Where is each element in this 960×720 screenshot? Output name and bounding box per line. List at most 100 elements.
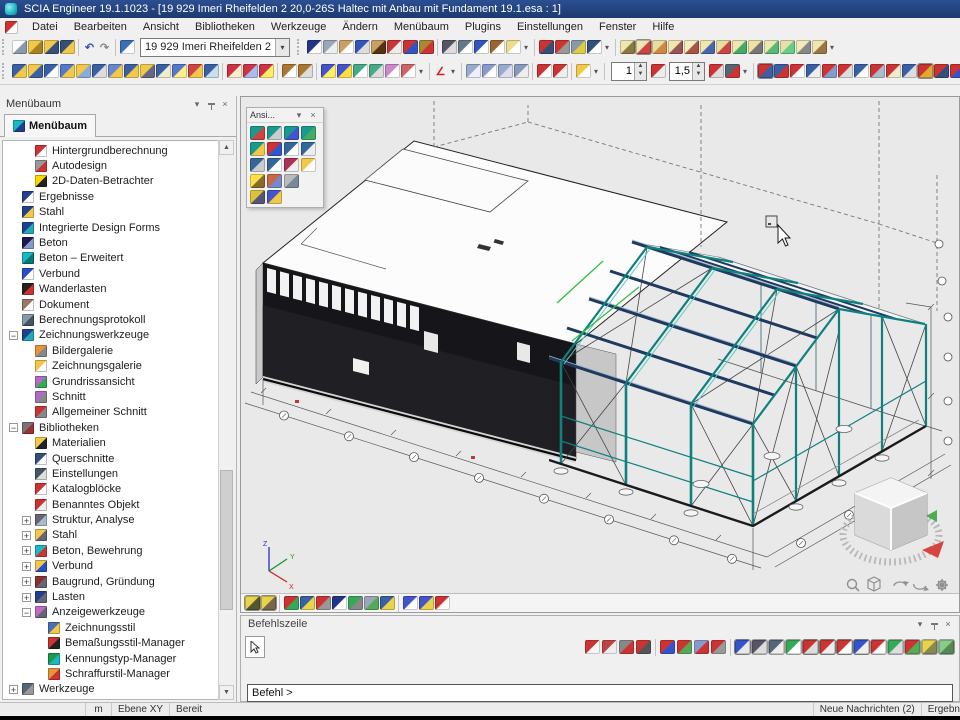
tree-item[interactable]: Grundrissansicht <box>3 374 233 389</box>
status-plane[interactable]: Ebene XY <box>112 703 170 716</box>
separator[interactable] <box>316 63 317 80</box>
tree-item[interactable]: Beton <box>3 235 233 250</box>
separator[interactable] <box>730 639 731 656</box>
separator[interactable] <box>532 63 533 80</box>
activity-icon[interactable] <box>339 40 354 54</box>
tree-item[interactable]: Wanderlasten <box>3 282 233 297</box>
settings-b-icon[interactable] <box>250 190 265 204</box>
tree-item[interactable]: Bemaßungsstil-Manager <box>3 636 233 651</box>
node-snap-icon[interactable] <box>820 640 835 654</box>
image2-icon[interactable] <box>284 174 299 188</box>
tree-expander-icon[interactable]: + <box>9 685 18 694</box>
more-arrow-icon[interactable]: ▾ <box>449 64 458 78</box>
triangle-icon[interactable] <box>694 640 709 654</box>
grip[interactable] <box>2 39 7 55</box>
menu-item[interactable]: Einstellungen <box>509 19 591 35</box>
line-icon[interactable] <box>602 640 617 654</box>
zoom-all-icon[interactable] <box>267 158 282 172</box>
save-all-icon[interactable] <box>44 40 59 54</box>
intersect2-icon[interactable] <box>298 64 313 78</box>
bow-icon[interactable] <box>537 64 552 78</box>
table-yellow-icon[interactable] <box>922 640 937 654</box>
support-icon[interactable] <box>774 64 789 78</box>
units-icon[interactable] <box>307 40 322 54</box>
view-flag-icon[interactable] <box>652 40 667 54</box>
scrollbar-thumb[interactable] <box>220 470 233 610</box>
tree-item[interactable]: Autodesign <box>3 158 233 173</box>
support-icon[interactable] <box>838 64 853 78</box>
tab-menubaum[interactable]: Menübaum <box>4 114 96 137</box>
curve-icon[interactable] <box>677 640 692 654</box>
ucs-icon[interactable] <box>284 596 299 610</box>
tree-item[interactable]: Berechnungsprotokoll <box>3 312 233 327</box>
separator[interactable] <box>115 39 116 56</box>
tree-expander-icon[interactable]: + <box>22 593 31 602</box>
tree-item[interactable]: Kennungstyp-Manager <box>3 651 233 666</box>
light-icon[interactable] <box>250 174 265 188</box>
view-flag-icon[interactable] <box>716 40 731 54</box>
view-flag-icon[interactable] <box>764 40 779 54</box>
cut-icon[interactable] <box>259 64 274 78</box>
menu-item[interactable]: Plugins <box>457 19 509 35</box>
cursor-snap-icon[interactable] <box>735 640 750 654</box>
tree-item[interactable]: + Verbund <box>3 559 233 574</box>
tree-item[interactable]: Verbund <box>3 266 233 281</box>
separator[interactable] <box>429 63 430 80</box>
blocks-icon[interactable] <box>571 40 586 54</box>
menu-item[interactable]: Bearbeiten <box>66 19 135 35</box>
close-icon[interactable]: × <box>218 98 232 110</box>
support-icon[interactable] <box>902 64 917 78</box>
tree-expander-icon[interactable]: + <box>22 577 31 586</box>
menu-item[interactable]: Bibliotheken <box>187 19 263 35</box>
tree-item[interactable]: + Werkzeuge <box>3 682 233 697</box>
tree-item[interactable]: Einstellungen <box>3 466 233 481</box>
tree-item[interactable]: Zeichnungsstil <box>3 620 233 635</box>
member-op-icon[interactable] <box>92 64 107 78</box>
pin-icon[interactable] <box>204 98 218 110</box>
tree-scrollbar[interactable]: ▲ ▼ <box>218 140 234 700</box>
import-icon[interactable] <box>576 64 591 78</box>
support-icon[interactable] <box>822 64 837 78</box>
scroll-down-icon[interactable]: ▼ <box>219 685 234 700</box>
viewport-nav-icons[interactable] <box>848 577 949 591</box>
view-flag-icon[interactable] <box>780 40 795 54</box>
menu-item[interactable]: Ändern <box>334 19 385 35</box>
move-icon[interactable] <box>321 64 336 78</box>
view-camera-icon[interactable] <box>267 126 282 140</box>
polygon-snap-icon[interactable] <box>888 640 903 654</box>
render-pen-icon[interactable] <box>245 596 260 610</box>
active-document-icon[interactable] <box>5 21 18 34</box>
chevron-down-icon[interactable]: ▾ <box>190 98 204 110</box>
tree-item[interactable]: + Stahl <box>3 528 233 543</box>
view-flag-icon[interactable] <box>620 40 635 54</box>
mirror-icon[interactable] <box>385 64 400 78</box>
calc-mesh-icon[interactable] <box>555 40 570 54</box>
tree-item[interactable]: Zeichnungsgalerie <box>3 358 233 373</box>
close-icon[interactable]: × <box>306 109 320 121</box>
segment-icon[interactable] <box>711 640 726 654</box>
paste-icon[interactable] <box>514 64 529 78</box>
support-icon[interactable] <box>934 64 949 78</box>
view-flag-icon[interactable] <box>700 40 715 54</box>
table-icon[interactable] <box>474 40 489 54</box>
tree-item[interactable]: Hintergrundberechnung <box>3 143 233 158</box>
select-poly-icon[interactable] <box>243 64 258 78</box>
barrier-icon[interactable] <box>419 40 434 54</box>
render-pen2-icon[interactable] <box>261 596 276 610</box>
tree-item[interactable]: Ergebnisse <box>3 189 233 204</box>
tree-expander-icon[interactable]: − <box>22 608 31 617</box>
paste-icon[interactable] <box>482 64 497 78</box>
separator[interactable] <box>753 63 754 80</box>
separator[interactable] <box>398 595 399 612</box>
member-op-icon[interactable] <box>44 64 59 78</box>
view-flag-icon[interactable] <box>796 40 811 54</box>
member-op-icon[interactable] <box>124 64 139 78</box>
grid-snap-icon[interactable] <box>752 640 767 654</box>
copy-icon[interactable] <box>353 64 368 78</box>
tree-item[interactable]: 2D-Daten-Betrachter <box>3 174 233 189</box>
pin-icon[interactable] <box>927 618 941 630</box>
more-arrow-icon[interactable]: ▾ <box>603 40 612 54</box>
member-op-icon[interactable] <box>140 64 155 78</box>
member-op-icon[interactable] <box>108 64 123 78</box>
calculator-icon[interactable] <box>539 40 554 54</box>
